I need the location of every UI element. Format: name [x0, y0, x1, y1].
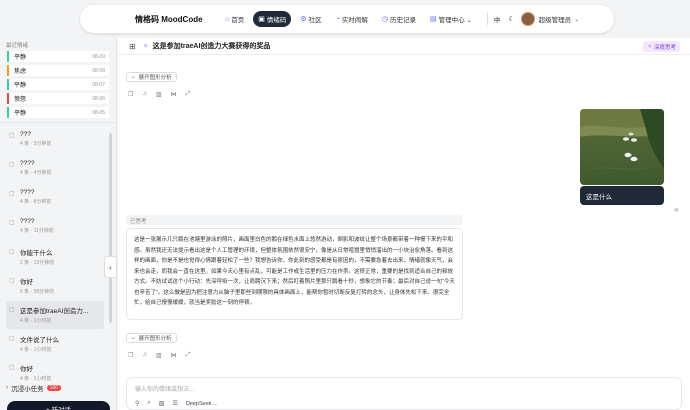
message-input-box[interactable]: 输入你的情绪或想法... ⚲ ⌕ ▨ ☰ DeepSeek ...	[126, 377, 682, 410]
language-icon[interactable]: 中	[494, 14, 501, 24]
chat-bubble-icon: ▢	[9, 191, 15, 197]
chevron-down-icon: ⌄	[131, 74, 136, 80]
conversation-item[interactable]: ▢???? 4 条 · 11分钟前	[6, 214, 104, 242]
deep-thinking-badge[interactable]: ✧ 深度思考	[643, 41, 680, 52]
trash-icon[interactable]: ▥	[156, 91, 162, 98]
chevron-down-icon[interactable]: ⌄	[574, 16, 579, 23]
search-icon[interactable]: ⌕	[147, 400, 150, 407]
avatar[interactable]	[520, 12, 535, 26]
chat-panel: ⊞ ✧ 这是参加traeAI创造力大赛获得的奖品 ✧ 深度思考 ⌄ 展开图形分析 ❐…	[118, 38, 690, 410]
nav-item-admin[interactable]: ▤ 管理中心 ⌄	[425, 11, 477, 27]
model-select[interactable]: DeepSeek ...	[186, 401, 218, 407]
ai-reply: 这是一张展示几只鹅在池塘里游泳的照片，画面里白色的鹅在绿色水面上悠然游动，倒影和…	[126, 228, 463, 320]
nav-item-moodcode[interactable]: ▣ 情绪码	[253, 11, 292, 27]
conversation-item[interactable]: ▢???? 4 条 · 4分钟前	[6, 156, 104, 184]
sidebar: 最近情绪 平静 08-09 焦虑 08-08 平静 08-07 愤怒 08-06 平静 0…	[0, 38, 117, 410]
sidebar-scrollbar[interactable]	[109, 133, 112, 323]
clock-icon: ◷	[381, 16, 388, 23]
chat-bubble-icon: ▢	[9, 162, 15, 168]
top-navigation: 情格码 MoodCode ⌂ 首页 ▣ 情绪码 ⚙ 社区 ◔ 实时闹解 ◷ 历史记录 ▤ 管…	[0, 0, 690, 38]
realtime-icon: ◔	[335, 15, 340, 23]
sidebar-divider	[0, 122, 117, 123]
admin-icon: ▤	[429, 16, 437, 23]
message-actions: ❐ ♫ ▥ ⋈ ⤢	[128, 91, 190, 98]
nav-pill: 情格码 MoodCode ⌂ 首页 ▣ 情绪码 ⚙ 社区 ◔ 实时闹解 ◷ 历史记录 ▤ 管…	[80, 5, 614, 33]
chevron-right-icon: ›	[6, 384, 9, 391]
conversation-title: 这是参加traeAI创造力大赛获得的奖品	[152, 43, 271, 50]
chat-bubble-icon: ▢	[9, 336, 15, 342]
message-input[interactable]: 输入你的情绪或想法...	[135, 384, 194, 393]
chat-bubble-icon: ▢	[9, 133, 15, 139]
conversation-item[interactable]: ▢??? 4 条 · 3分钟前	[6, 127, 104, 155]
headphones-icon[interactable]: ♫	[142, 91, 147, 98]
mood-item[interactable]: 平静 08-09	[7, 51, 109, 62]
mini-task-toggle[interactable]: › 沉浸小任务 100	[6, 381, 106, 394]
mood-item[interactable]: 平静 08-07	[7, 79, 109, 90]
mood-item[interactable]: 平静 08-05	[7, 107, 109, 118]
chat-bubble-icon: ▢	[9, 307, 15, 313]
nav-item-realtime[interactable]: ◔ 实时闹解	[331, 11, 373, 27]
attachment-icon[interactable]: ⚲	[135, 400, 139, 407]
nav-item-home[interactable]: ⌂ 首页	[220, 11, 249, 27]
chat-bubble-icon: ▢	[9, 278, 15, 284]
uploaded-photo[interactable]	[580, 109, 664, 185]
recent-moods-label: 最近情绪	[6, 43, 29, 49]
home-icon: ⌂	[225, 15, 230, 23]
user-name[interactable]: 超级管理员	[539, 14, 572, 24]
mood-icon: ▣	[258, 16, 265, 23]
image-icon[interactable]: ▨	[159, 400, 165, 407]
nav-item-history[interactable]: ◷ 历史记录	[377, 11, 421, 27]
chat-header: ⊞ ✧ 这是参加traeAI创造力大赛获得的奖品 ✧ 深度思考	[118, 38, 690, 55]
recent-moods-list: 平静 08-09 焦虑 08-08 平静 08-07 愤怒 08-06 平静 08-05	[7, 51, 109, 121]
chat-bubble-icon: ▢	[9, 220, 15, 226]
geese-pond-image	[580, 109, 664, 185]
copy-icon[interactable]: ❐	[128, 91, 133, 98]
message-actions: ❐ ♫ ▥ ⋈ ⤢	[128, 352, 190, 359]
collapse-sidebar-button[interactable]: ‹	[104, 256, 117, 278]
sparkle-icon: ✧	[142, 43, 149, 50]
share-icon[interactable]: ⋈	[171, 352, 177, 359]
chevron-left-double-icon[interactable]: «	[674, 205, 678, 214]
mood-item[interactable]: 焦虑 08-08	[7, 65, 109, 76]
trash-icon[interactable]: ▥	[156, 352, 162, 359]
conversation-item-active[interactable]: ▢ 这是参加traeAI创造力... 4 条 · 1小时前	[6, 301, 104, 329]
sparkle-icon: ✧	[647, 43, 652, 50]
brand-title[interactable]: 情格码 MoodCode	[135, 14, 220, 25]
moon-icon[interactable]: ☾	[508, 15, 514, 23]
new-conversation-button[interactable]: + 新对话	[7, 401, 110, 410]
grid-icon[interactable]: ⊞	[129, 42, 136, 51]
conversation-item[interactable]: ▢ 你能干什么 2 条 · 13分钟前	[6, 243, 104, 271]
mood-item[interactable]: 愤怒 08-06	[7, 93, 109, 104]
expand-analysis-button[interactable]: ⌄ 展开图形分析	[126, 72, 177, 82]
task-count-badge: 100	[46, 384, 62, 391]
expand-icon[interactable]: ⤢	[186, 352, 191, 359]
community-icon: ⚙	[300, 16, 307, 23]
conversation-item[interactable]: ▢ 文件说了什么 4 条 · 1小时前	[6, 330, 104, 358]
input-toolbar: ⚲ ⌕ ▨ ☰ DeepSeek ...	[135, 400, 218, 407]
chat-bubble-icon: ▢	[9, 365, 15, 371]
conversation-item[interactable]: ▢???? 4 条 · 8分钟前	[6, 185, 104, 213]
headphones-icon[interactable]: ♫	[142, 352, 147, 359]
expand-analysis-button[interactable]: ⌄ 展开图形分析	[126, 333, 177, 343]
thinking-indicator[interactable]: 已思考	[126, 215, 463, 225]
nav-divider	[486, 13, 488, 25]
copy-icon[interactable]: ❐	[128, 352, 133, 359]
chevron-down-icon: ⌄	[131, 335, 136, 341]
chat-bubble-icon: ▢	[9, 249, 15, 255]
chevron-left-icon: ‹	[109, 262, 112, 272]
expand-icon[interactable]: ⤢	[186, 91, 191, 98]
share-icon[interactable]: ⋈	[171, 91, 177, 98]
nav-item-community[interactable]: ⚙ 社区	[295, 11, 326, 27]
conversation-item[interactable]: ▢ 你好 6 条 · 59分钟前	[6, 272, 104, 300]
conversation-list: ▢??? 4 条 · 3分钟前 ▢???? 4 条 · 4分钟前 ▢???? 4 条 …	[6, 127, 104, 388]
user-message: 这是什么	[580, 186, 664, 205]
list-icon[interactable]: ☰	[172, 400, 177, 407]
